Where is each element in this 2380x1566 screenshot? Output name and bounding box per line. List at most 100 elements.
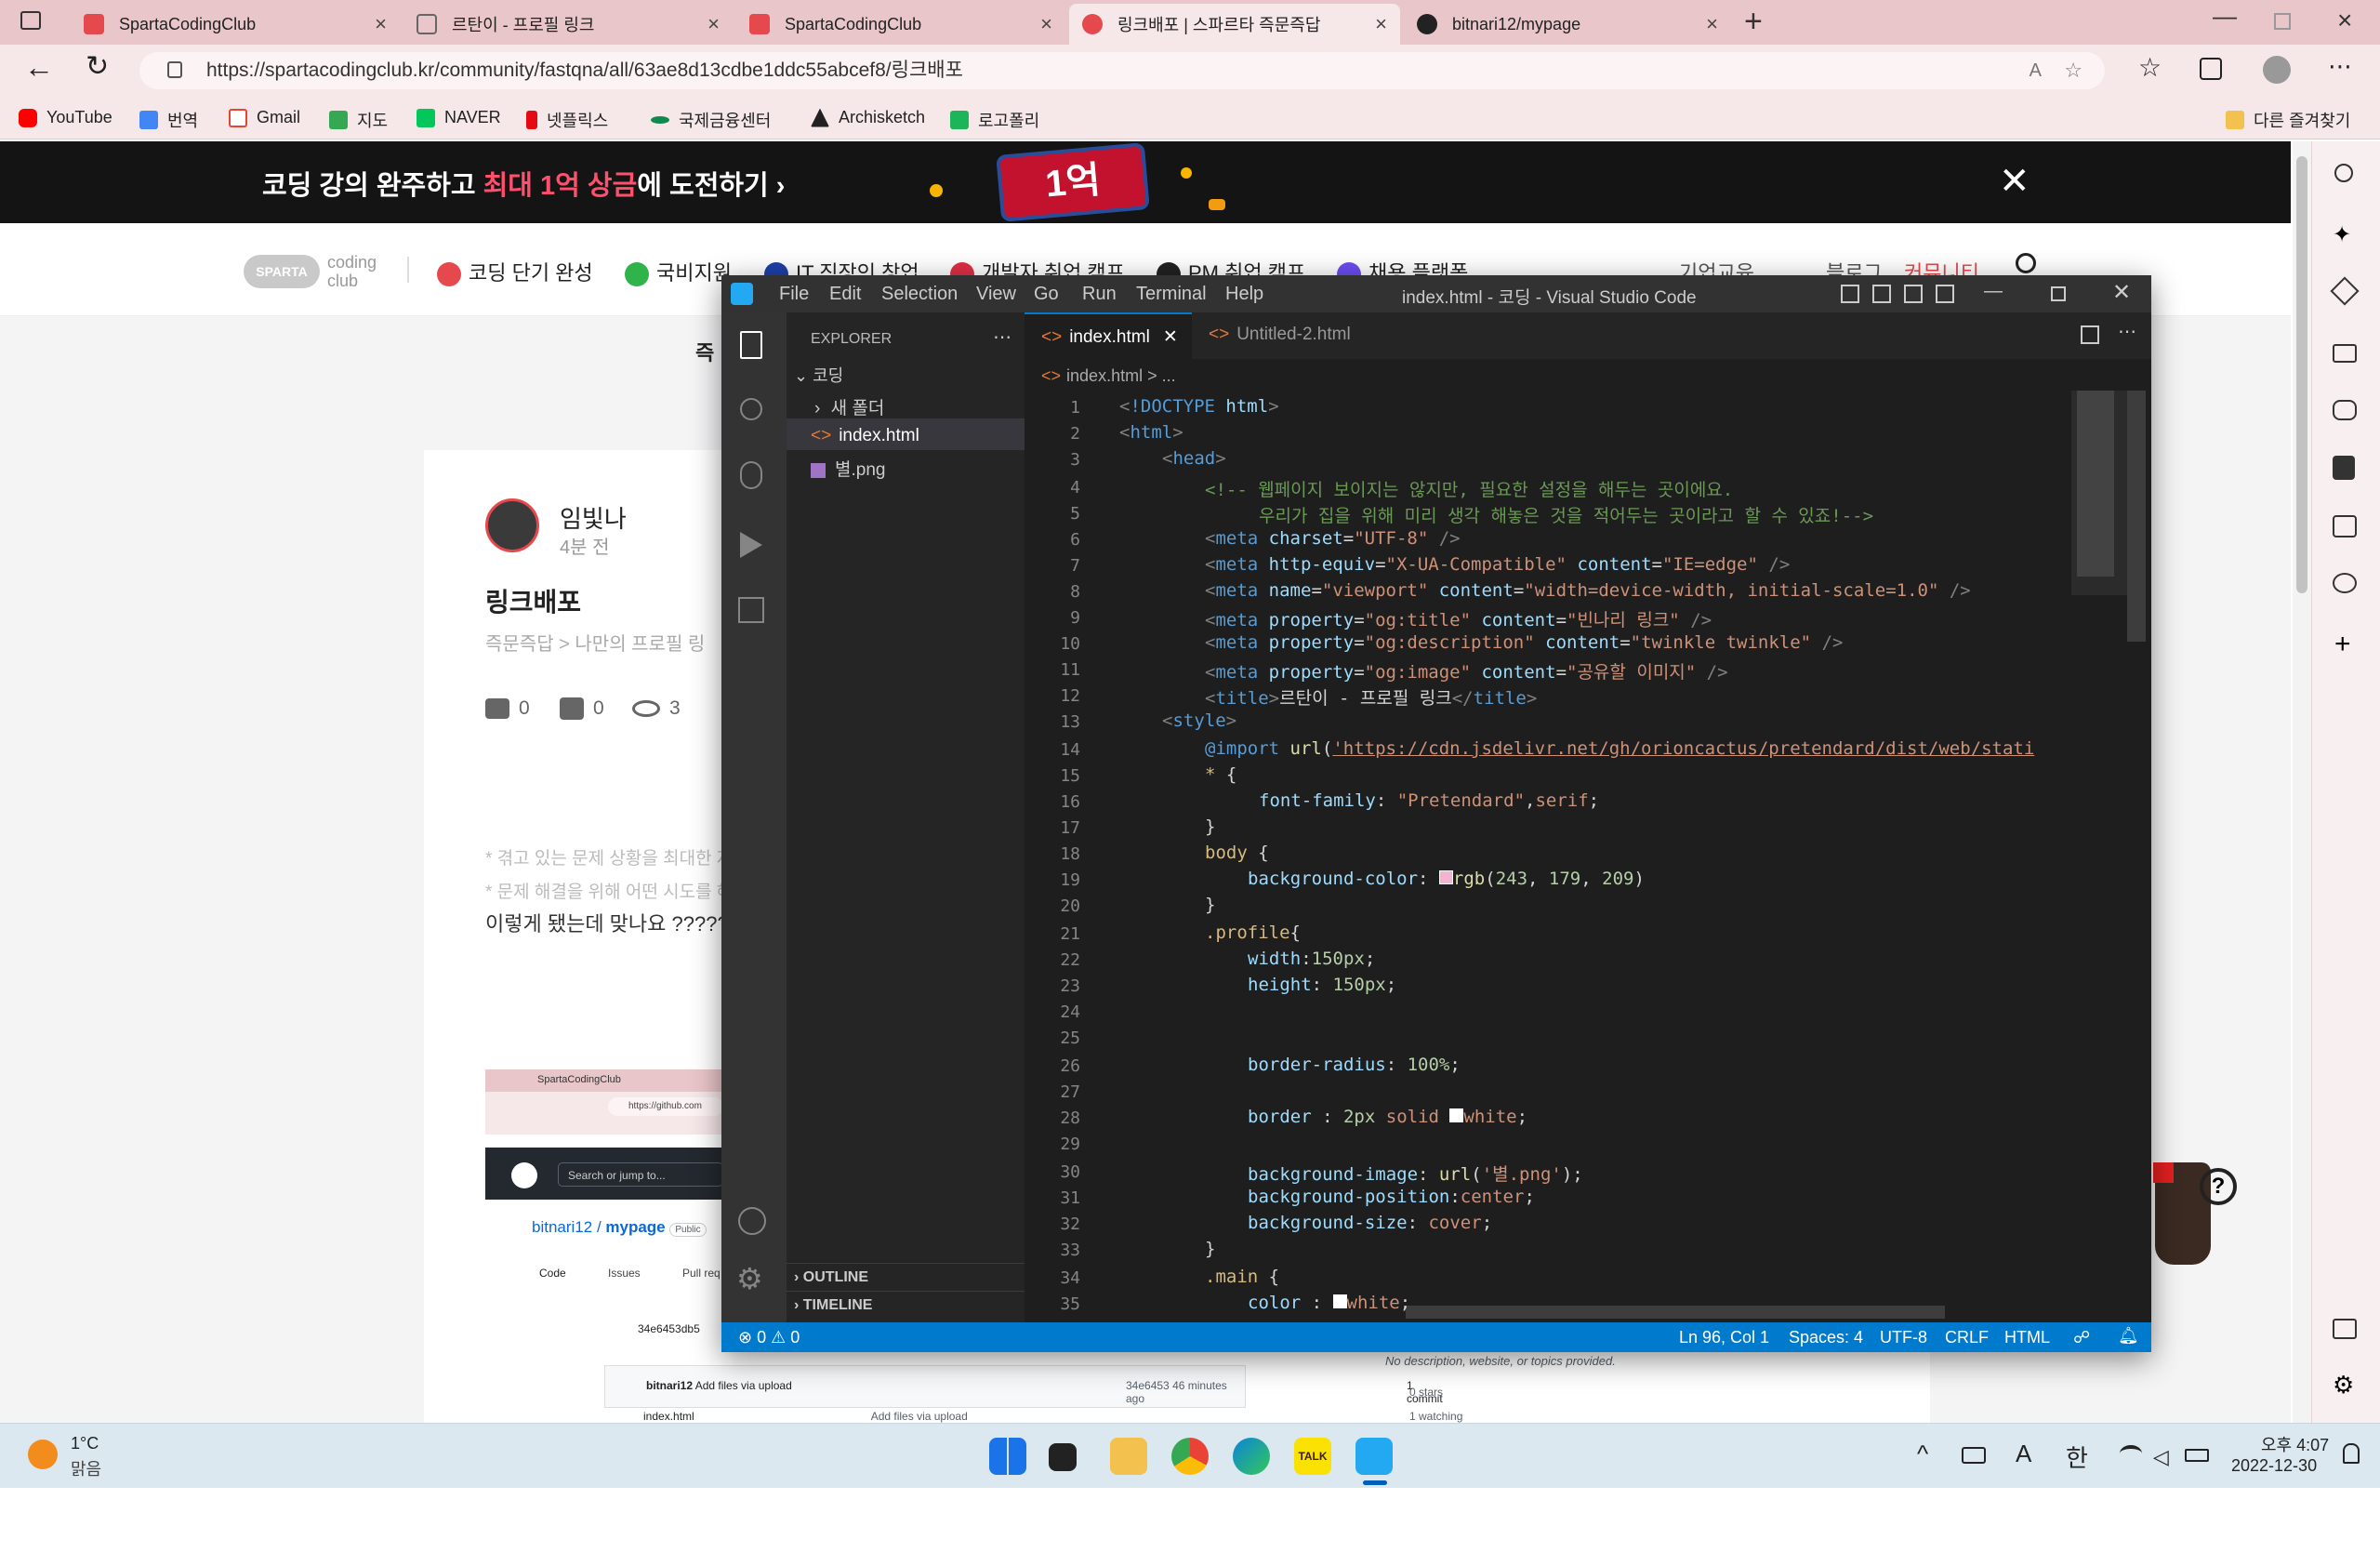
problems-status[interactable]: ⊗ 0 ⚠ 0 [738,1328,800,1347]
menu-run[interactable]: Run [1082,284,1117,305]
vscode-minimize-icon[interactable]: — [1984,281,2003,302]
sparta-logo[interactable]: SPARTA coding club [244,244,383,296]
editor-tab-untitled[interactable]: <> Untitled-2.html [1192,312,1396,359]
page-scrollbar[interactable] [2293,141,2311,1423]
timeline-section[interactable]: › TIMELINE [787,1291,1025,1322]
bookmark-gmail[interactable]: Gmail [229,108,300,127]
bookmark-logopoly[interactable]: 로고폴리 [950,108,1039,132]
favorites-icon[interactable]: ☆ [2138,52,2162,83]
toolbox-icon[interactable] [2333,344,2357,363]
chrome-icon[interactable] [1171,1438,1209,1475]
comments-stat[interactable]: 0 [485,697,530,720]
tree-file-png[interactable]: 별.png [811,456,885,481]
close-tab-icon[interactable]: ✕ [1163,327,1178,347]
games-icon[interactable] [2333,400,2357,420]
vscode-maximize-icon[interactable] [2051,286,2066,301]
bookmark-kcif[interactable]: 국제금융센터 [651,108,771,132]
color-swatch[interactable] [1438,870,1453,884]
subnav-item[interactable]: 즉 [695,337,714,366]
post-breadcrumb[interactable]: 즉문즉답 > 나만의 프로필 링 [485,629,705,656]
browser-tab-3[interactable]: SpartaCodingClub × [736,4,1065,45]
wifi-icon[interactable] [2120,1445,2142,1462]
refresh-icon[interactable]: ↻ [86,50,109,83]
author-avatar[interactable] [485,498,539,552]
add-sidebar-icon[interactable]: + [2334,629,2351,660]
url-field[interactable]: https://spartacodingclub.kr/community/fa… [139,52,2105,89]
tab-actions-icon[interactable] [20,11,41,30]
settings-icon[interactable]: ⚙ [2333,1371,2354,1400]
close-tab-icon[interactable]: × [1375,12,1387,36]
editor-scrollbar[interactable] [2127,391,2146,642]
line-endings[interactable]: CRLF [1945,1328,1989,1347]
more-menu-icon[interactable]: ⋯ [2328,52,2352,81]
browser-tab-2[interactable]: 르탄이 - 프로필 링크 × [403,4,733,45]
bookmark-archisketch[interactable]: Archisketch [811,108,925,127]
accounts-icon[interactable] [738,1207,766,1235]
close-tab-icon[interactable]: × [375,12,387,36]
restore-icon[interactable] [2274,13,2291,30]
kakaotalk-icon[interactable]: TALK [1294,1438,1331,1475]
code-editor[interactable]: 1 <!DOCTYPE html> 2 <html> 3 <head> 4 <!-- 웹… [1025,394,2045,1319]
notification-bell-icon[interactable] [2343,1443,2360,1464]
tree-root-folder[interactable]: ⌄ 코딩 [794,363,843,387]
color-swatch[interactable] [1332,1294,1347,1308]
outline-section[interactable]: › OUTLINE [787,1263,1025,1291]
close-window-icon[interactable]: × [2337,6,2352,35]
explorer-more-icon[interactable]: ⋯ [993,325,1012,349]
manage-gear-icon[interactable]: ⚙ [736,1261,763,1296]
file-explorer-icon[interactable] [1110,1438,1147,1475]
weather-temp[interactable]: 1°C [71,1434,99,1453]
toggle-panel-icon[interactable] [1872,285,1891,303]
bookmark-youtube[interactable]: YouTube [19,108,112,127]
indentation[interactable]: Spaces: 4 [1789,1328,1863,1347]
menu-go[interactable]: Go [1034,284,1059,305]
close-banner-icon[interactable]: ✕ [1999,160,2030,203]
vscode-close-icon[interactable]: ✕ [2112,279,2131,306]
task-view-icon[interactable] [1049,1443,1077,1471]
extensions-icon[interactable] [738,597,764,623]
minimap-slider[interactable] [2071,391,2127,595]
toggle-sidebar-icon[interactable] [1841,285,1859,303]
office-icon[interactable] [2333,456,2355,480]
nav-coding-short[interactable]: 코딩 단기 완성 [437,257,593,287]
user-icon[interactable] [2016,253,2036,273]
battery-icon[interactable] [2185,1449,2209,1462]
browser-tab-4[interactable]: 링크배포 | 스파르타 즉문즉답 × [1069,4,1400,45]
weather-desc[interactable]: 맑음 [71,1456,101,1480]
weather-sun-icon[interactable] [28,1440,58,1469]
close-tab-icon[interactable]: × [1706,12,1718,36]
source-control-icon[interactable] [740,461,762,489]
new-tab-icon[interactable]: + [1744,4,1763,40]
bookmark-naver[interactable]: NAVER [416,108,501,127]
tree-file-index[interactable]: <> index.html [787,418,1025,450]
run-debug-icon[interactable] [740,532,762,558]
read-aloud-icon[interactable]: A [2030,52,2042,89]
bookmark-maps[interactable]: 지도 [329,108,388,132]
editor-breadcrumb[interactable]: <> index.html > ... [1041,366,1176,386]
encoding[interactable]: UTF-8 [1880,1328,1927,1347]
editor-tab-index[interactable]: <> index.html ✕ [1025,312,1192,359]
minimize-icon[interactable]: — [2213,2,2237,31]
clock-time[interactable]: 오후 4:07 [2261,1432,2329,1456]
search-icon[interactable] [2334,164,2353,182]
toggle-secondary-icon[interactable] [1904,285,1923,303]
split-screen-icon[interactable] [2333,1319,2357,1339]
browser-tab-5[interactable]: bitnari12/mypage × [1404,4,1731,45]
files-icon[interactable] [740,331,762,359]
vscode-taskbar-icon[interactable] [1355,1438,1393,1475]
bookmark-translate[interactable]: 번역 [139,108,198,132]
feedback-icon[interactable]: ☍ [2073,1328,2090,1347]
notifications-bell-icon[interactable]: 🔔︎ [2118,1326,2139,1346]
collections-icon[interactable] [2200,58,2222,80]
bookmark-netflix[interactable]: 넷플릭스 [526,108,608,132]
close-tab-icon[interactable]: × [707,12,720,36]
discover-icon[interactable]: ✦ [2333,221,2351,248]
tag-icon[interactable] [2330,276,2360,306]
close-tab-icon[interactable]: × [1040,12,1052,36]
nav-government[interactable]: 국비지원 [625,257,732,287]
cursor-position[interactable]: Ln 96, Col 1 [1679,1328,1769,1347]
cloud-icon[interactable] [2333,573,2357,593]
menu-file[interactable]: File [779,284,809,305]
menu-selection[interactable]: Selection [881,284,958,305]
tree-folder-new[interactable]: › 새 폴더 [814,394,884,419]
